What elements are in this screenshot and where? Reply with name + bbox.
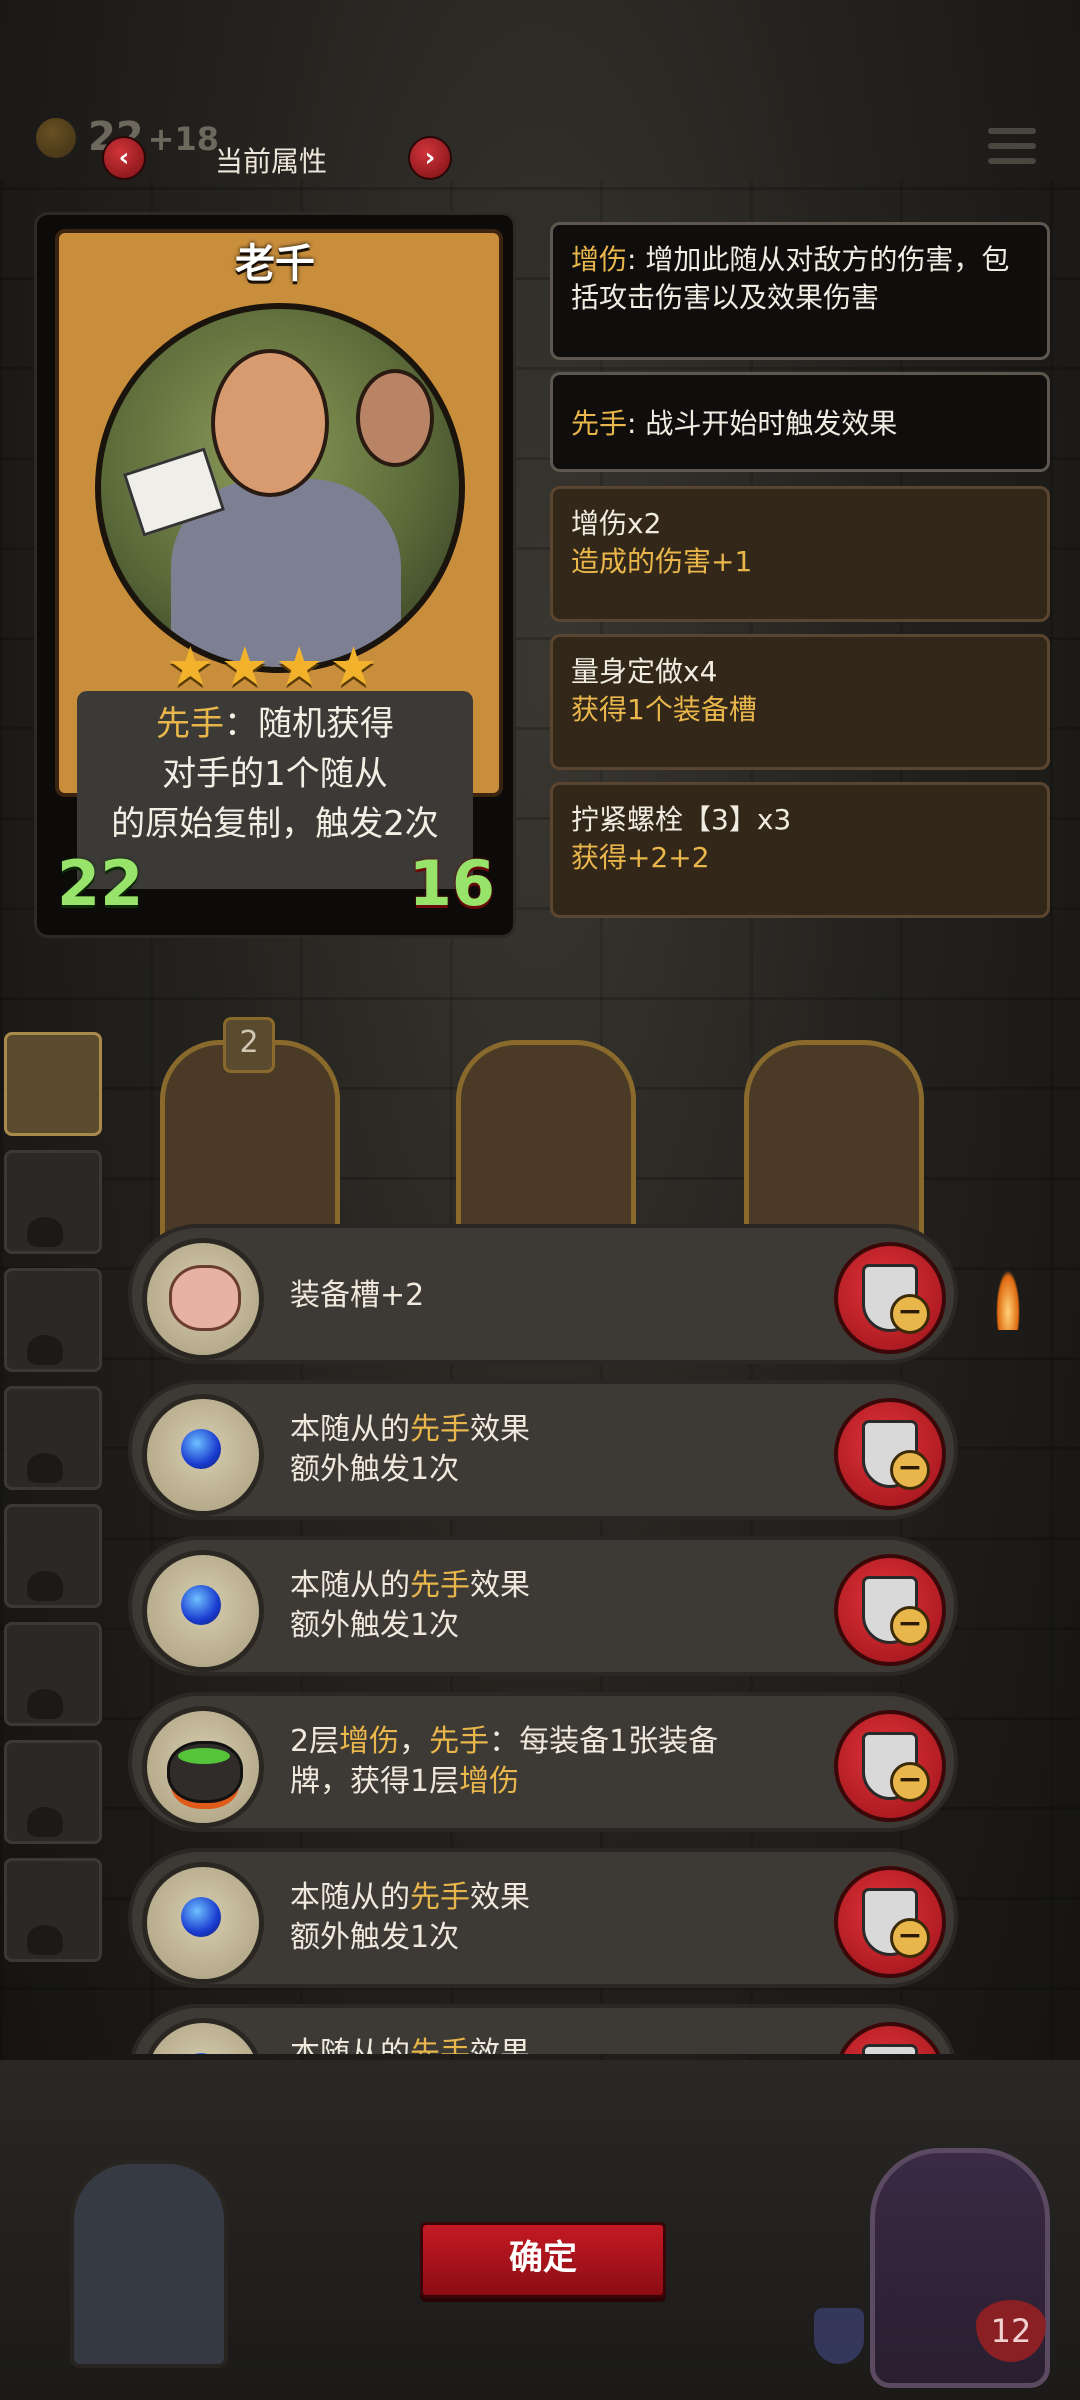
- team-slot[interactable]: [4, 1150, 102, 1254]
- equipment-text: 2层增伤，先手：每装备1张装备 牌，获得1层增伤: [290, 1724, 719, 1799]
- buff-panel: 增伤x2 造成的伤害+1: [550, 486, 1050, 622]
- team-list: [4, 1032, 102, 1976]
- minus-icon: −: [890, 1762, 930, 1802]
- cauldron-icon: [142, 1706, 264, 1828]
- minus-icon: −: [890, 1450, 930, 1490]
- minion-card: 老千 ★★★★ 先手：随机获得 对手的1个随从 的原始复制，触发2次 22 16: [34, 212, 516, 938]
- attack-value: 22: [57, 847, 144, 920]
- top-bar: 22+18 ‹ 当前属性 ›: [0, 110, 1080, 200]
- pig-icon: [142, 1238, 264, 1360]
- equipment-text: 装备槽+2: [290, 1278, 425, 1313]
- skull-icon: [27, 1689, 63, 1719]
- equipment-item[interactable]: 2层增伤，先手：每装备1张装备 牌，获得1层增伤 −: [128, 1692, 958, 1832]
- menu-icon[interactable]: [988, 128, 1036, 172]
- team-slot-selected[interactable]: [4, 1032, 102, 1136]
- team-slot[interactable]: [4, 1386, 102, 1490]
- board-minion[interactable]: [744, 1040, 924, 1250]
- buff-panel: 拧紧螺栓【3】x3 获得+2+2: [550, 782, 1050, 918]
- equipment-item[interactable]: 本随从的先手效果 −: [128, 2004, 958, 2054]
- equipment-text: 本随从的先手效果 额外触发1次: [290, 1412, 530, 1487]
- next-arrow-button[interactable]: ›: [408, 136, 452, 180]
- buff-effect: 造成的伤害+1: [571, 545, 753, 578]
- blue-orb-icon: [142, 1394, 264, 1516]
- keyword-info-first-strike: 先手: 战斗开始时触发效果: [550, 372, 1050, 472]
- equipment-text: 本随从的先手效果 额外触发1次: [290, 1568, 530, 1643]
- team-slot[interactable]: [4, 1622, 102, 1726]
- equipment-text: 本随从的先手效果 额外触发1次: [290, 1880, 530, 1955]
- buff-effect: 获得1个装备槽: [571, 693, 757, 726]
- minus-icon: −: [890, 1606, 930, 1646]
- buff-effect: 获得+2+2: [571, 841, 710, 874]
- skull-icon: [27, 1925, 63, 1955]
- confirm-button[interactable]: 确定: [420, 2222, 666, 2298]
- keyword-info-damage: 增伤: 增加此随从对敌方的伤害，包括攻击伤害以及效果伤害: [550, 222, 1050, 360]
- unequip-button[interactable]: −: [834, 1866, 946, 1978]
- shield-icon: [862, 2044, 918, 2054]
- skull-icon: [27, 1453, 63, 1483]
- team-slot[interactable]: [4, 1268, 102, 1372]
- buff-title: 量身定做x4: [571, 655, 718, 688]
- team-slot[interactable]: [4, 1858, 102, 1962]
- skull-icon: [27, 1335, 63, 1365]
- skull-icon: [27, 1217, 63, 1247]
- card-name: 老千: [235, 241, 315, 287]
- prev-arrow-button[interactable]: ‹: [102, 136, 146, 180]
- health-value: 16: [408, 847, 495, 920]
- board-minion[interactable]: 2: [160, 1017, 340, 1250]
- torch-icon: [996, 1270, 1020, 1330]
- team-slot[interactable]: [4, 1504, 102, 1608]
- equipment-item[interactable]: 本随从的先手效果 额外触发1次 −: [128, 1536, 958, 1676]
- armor-icon: [814, 2308, 864, 2364]
- unequip-button[interactable]: −: [834, 1398, 946, 1510]
- equipment-item[interactable]: 本随从的先手效果 额外触发1次 −: [128, 1848, 958, 1988]
- board-minion[interactable]: [456, 1040, 636, 1250]
- buff-title: 增伤x2: [571, 507, 662, 540]
- equipment-list[interactable]: 装备槽+2 − 本随从的先手效果 额外触发1次 − 本随从的先手效果 额外触发1…: [128, 1224, 958, 2054]
- attributes-title: 当前属性: [215, 145, 328, 178]
- card-portrait: [95, 303, 465, 673]
- equipment-text: 本随从的先手效果: [290, 2036, 530, 2054]
- unequip-button[interactable]: −: [834, 1554, 946, 1666]
- team-slot[interactable]: [4, 1740, 102, 1844]
- unequip-button[interactable]: −: [834, 2022, 946, 2054]
- star-rating: ★★★★: [166, 635, 384, 698]
- unequip-button[interactable]: −: [834, 1242, 946, 1354]
- equipment-item[interactable]: 装备槽+2 −: [128, 1224, 958, 1364]
- opponent-hero-portrait: [70, 2160, 228, 2368]
- skull-icon: [27, 1807, 63, 1837]
- equipment-item[interactable]: 本随从的先手效果 额外触发1次 −: [128, 1380, 958, 1520]
- blue-orb-icon: [142, 2018, 264, 2054]
- buff-panel: 量身定做x4 获得1个装备槽: [550, 634, 1050, 770]
- unequip-button[interactable]: −: [834, 1710, 946, 1822]
- gold-coin-icon: [36, 118, 76, 158]
- minus-icon: −: [890, 1918, 930, 1958]
- buff-title: 拧紧螺栓【3】x3: [571, 803, 792, 836]
- skull-icon: [27, 1571, 63, 1601]
- blue-orb-icon: [142, 1550, 264, 1672]
- blue-orb-icon: [142, 1862, 264, 1984]
- minus-icon: −: [890, 1294, 930, 1334]
- minion-level: 2: [223, 1017, 275, 1073]
